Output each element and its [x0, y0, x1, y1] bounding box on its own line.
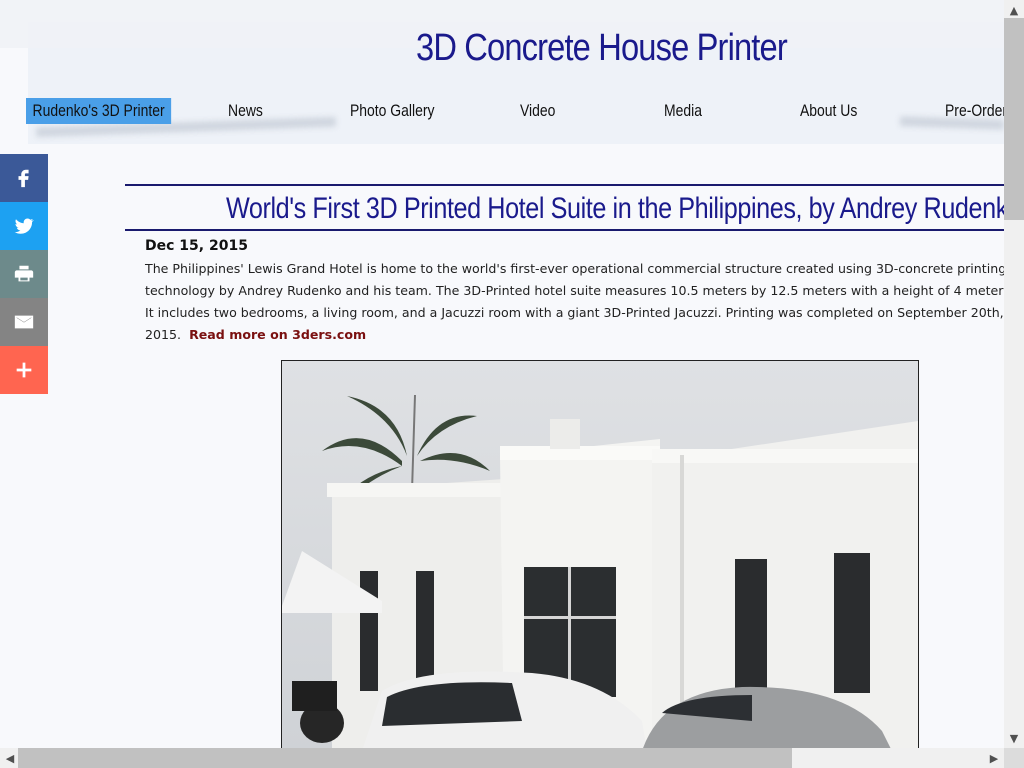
- nav-item-about-us[interactable]: About Us: [800, 98, 857, 124]
- article-date: Dec 15, 2015: [145, 238, 248, 254]
- plus-icon: [16, 362, 32, 378]
- site-title: 3D Concrete House Printer: [416, 27, 788, 69]
- nav-item-pre-order[interactable]: Pre-Order: [945, 98, 1004, 124]
- vertical-scrollbar-thumb[interactable]: [1004, 18, 1024, 220]
- facebook-icon: [18, 169, 29, 188]
- article-title: World's First 3D Printed Hotel Suite in …: [226, 192, 1004, 225]
- article-body: The Philippines' Lewis Grand Hotel is ho…: [145, 258, 1004, 346]
- nav-item-media[interactable]: Media: [664, 98, 702, 124]
- scrollbar-corner: [1004, 748, 1024, 768]
- horizontal-scrollbar-thumb[interactable]: [18, 748, 792, 768]
- share-facebook-button[interactable]: [0, 154, 48, 202]
- nav-item-video[interactable]: Video: [520, 98, 555, 124]
- title-rule-top: [125, 184, 1004, 186]
- share-print-button[interactable]: [0, 250, 48, 298]
- social-share-bar: [0, 154, 48, 394]
- scroll-down-arrow[interactable]: ▼: [1004, 728, 1024, 748]
- email-icon: [14, 315, 34, 329]
- nav-item-news[interactable]: News: [228, 98, 263, 124]
- page-viewport: 3D Concrete House Printer Rudenko's 3D P…: [0, 0, 1004, 748]
- read-more-link[interactable]: Read more on 3ders.com: [189, 327, 366, 342]
- scroll-left-arrow[interactable]: ◀: [0, 748, 20, 768]
- share-twitter-button[interactable]: [0, 202, 48, 250]
- share-more-button[interactable]: [0, 346, 48, 394]
- title-rule-bottom: [125, 229, 1004, 231]
- hotel-photo-image: [282, 361, 918, 748]
- scroll-up-arrow[interactable]: ▲: [1004, 0, 1024, 20]
- nav-item-rudenkos-3d-printer[interactable]: Rudenko's 3D Printer: [26, 98, 172, 124]
- site-header: 3D Concrete House Printer Rudenko's 3D P…: [0, 0, 1004, 145]
- twitter-icon: [14, 218, 34, 234]
- share-email-button[interactable]: [0, 298, 48, 346]
- print-icon: [14, 265, 34, 282]
- nav-item-photo-gallery[interactable]: Photo Gallery: [350, 98, 434, 124]
- scroll-right-arrow[interactable]: ▶: [984, 748, 1004, 768]
- main-nav: Rudenko's 3D Printer News Photo Gallery …: [0, 98, 1004, 124]
- hotel-suite-photo: [281, 360, 919, 748]
